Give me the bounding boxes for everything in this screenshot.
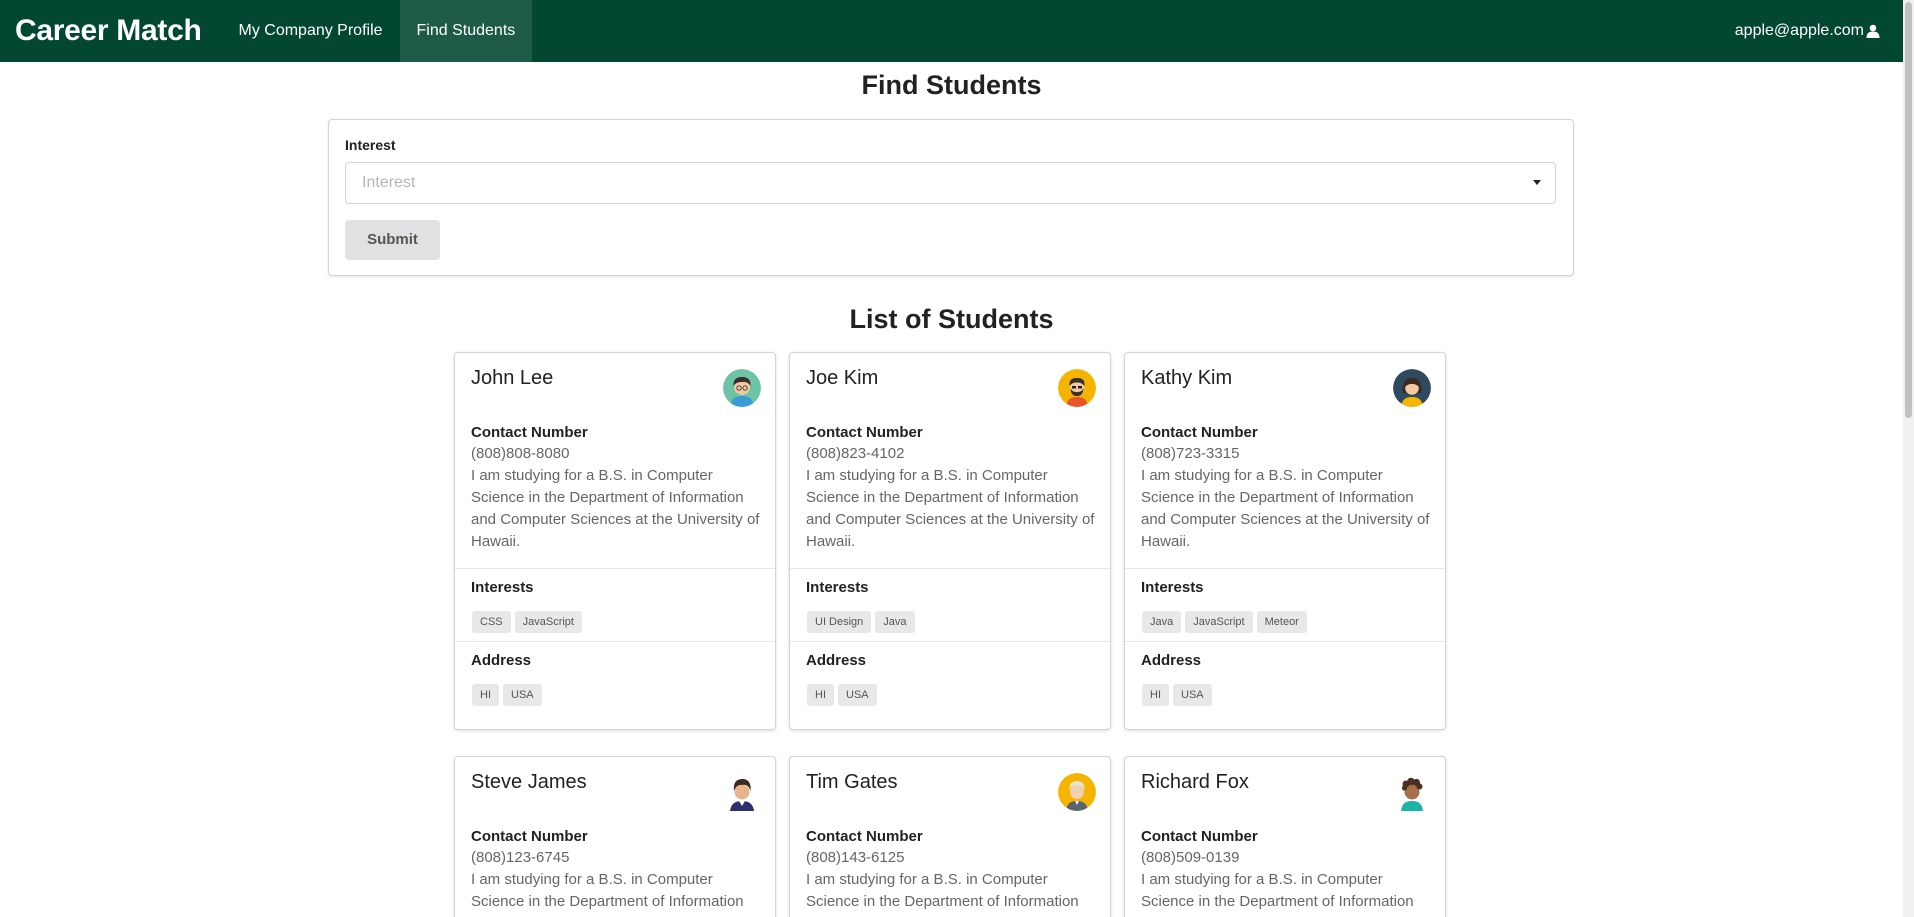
student-description: I am studying for a B.S. in Computer Sci… xyxy=(471,871,759,917)
search-form: Interest Interest Submit xyxy=(328,119,1574,276)
user-icon xyxy=(1866,24,1880,38)
woman-avatar-icon xyxy=(1393,369,1431,407)
interest-placeholder: Interest xyxy=(362,174,416,191)
interests-label: Interests xyxy=(1141,579,1204,596)
interest-tag: UI Design xyxy=(807,611,872,633)
student-card: Richard Fox Contact Number (808)509-0139… xyxy=(1124,756,1446,917)
boy-avatar-icon xyxy=(723,369,761,407)
address-section: Address HI USA xyxy=(790,641,1110,714)
contact-number: (808)123-6745 xyxy=(471,849,570,866)
student-name: Steve James xyxy=(471,771,587,793)
student-description: I am studying for a B.S. in Computer Sci… xyxy=(1141,871,1429,917)
user-email: apple@apple.com xyxy=(1734,22,1864,39)
student-card: Steve James Contact Number (808)123-6745… xyxy=(454,756,776,917)
student-name: Joe Kim xyxy=(806,367,879,389)
page: Career Match My Company Profile Find Stu… xyxy=(0,0,1914,917)
interest-dropdown[interactable]: Interest xyxy=(345,162,1556,204)
interest-tag: Java xyxy=(1142,611,1182,633)
interests-section: Interests Java JavaScript Meteor xyxy=(1125,568,1445,641)
contact-number: (808)823-4102 xyxy=(806,445,905,462)
contact-number: (808)808-8080 xyxy=(471,445,570,462)
scrollbar-thumb[interactable] xyxy=(1905,2,1912,418)
interests-section: Interests UI Design Java xyxy=(790,568,1110,641)
page-title: Find Students xyxy=(861,70,1042,100)
contact-number: (808)723-3315 xyxy=(1141,445,1240,462)
interests-section: Interests CSS JavaScript xyxy=(455,568,775,641)
student-name: Kathy Kim xyxy=(1141,367,1233,389)
address-section: Address HI USA xyxy=(455,641,775,714)
student-description: I am studying for a B.S. in Computer Sci… xyxy=(806,871,1094,917)
contact-number-label: Contact Number xyxy=(471,424,588,441)
interests-label: Interests xyxy=(806,579,869,596)
submit-button[interactable]: Submit xyxy=(345,220,440,260)
interest-tag: Java xyxy=(875,611,915,633)
brand-logo[interactable]: Career Match xyxy=(0,14,202,48)
student-description: I am studying for a B.S. in Computer Sci… xyxy=(471,467,760,550)
contact-number-label: Contact Number xyxy=(806,828,923,845)
student-card: Tim Gates Contact Number (808)143-6125 I… xyxy=(789,756,1111,917)
student-name: Richard Fox xyxy=(1141,771,1249,793)
address-label: Address xyxy=(806,652,867,669)
interest-tag: JavaScript xyxy=(514,611,582,633)
address-label: Address xyxy=(471,652,532,669)
user-menu[interactable]: apple@apple.com xyxy=(1735,22,1903,40)
interests-label: Interests xyxy=(471,579,534,596)
nav-item-find-students[interactable]: Find Students xyxy=(399,0,533,62)
student-card: Kathy Kim Contact Number (808)723-3315 I… xyxy=(1124,352,1446,730)
contact-number: (808)509-0139 xyxy=(1141,849,1240,866)
page-scrollbar[interactable] xyxy=(1903,0,1914,917)
address-tag: HI xyxy=(472,684,499,706)
interest-tag: Meteor xyxy=(1256,611,1307,633)
student-card: Joe Kim Contact Number (808)823-4102 I a… xyxy=(789,352,1111,730)
dropdown-caret-icon xyxy=(1533,180,1541,185)
top-navbar: Career Match My Company Profile Find Stu… xyxy=(0,0,1903,62)
man-suit-avatar-icon xyxy=(723,773,761,811)
contact-number-label: Contact Number xyxy=(1141,424,1258,441)
curly-hair-man-avatar-icon xyxy=(1393,773,1431,811)
address-label: Address xyxy=(1141,652,1202,669)
contact-number-label: Contact Number xyxy=(471,828,588,845)
address-tag: HI xyxy=(1142,684,1169,706)
student-card: John Lee Contact Number (808)808-8080 I … xyxy=(454,352,776,730)
address-tag: USA xyxy=(1173,684,1212,706)
man-avatar-icon xyxy=(1058,773,1096,811)
contact-number: (808)143-6125 xyxy=(806,849,905,866)
interest-label: Interest xyxy=(345,137,396,153)
contact-number-label: Contact Number xyxy=(1141,828,1258,845)
contact-number-label: Contact Number xyxy=(806,424,923,441)
address-tag: USA xyxy=(838,684,877,706)
list-heading: List of Students xyxy=(849,304,1054,334)
address-tag: USA xyxy=(503,684,542,706)
interest-tag: JavaScript xyxy=(1185,611,1253,633)
nav-item-my-company-profile[interactable]: My Company Profile xyxy=(221,0,399,62)
bearded-man-avatar-icon xyxy=(1058,369,1096,407)
interest-tag: CSS xyxy=(472,611,511,633)
student-name: Tim Gates xyxy=(806,771,898,793)
address-section: Address HI USA xyxy=(1125,641,1445,714)
student-description: I am studying for a B.S. in Computer Sci… xyxy=(806,467,1095,550)
address-tag: HI xyxy=(807,684,834,706)
student-name: John Lee xyxy=(471,367,554,389)
student-description: I am studying for a B.S. in Computer Sci… xyxy=(1141,467,1430,550)
